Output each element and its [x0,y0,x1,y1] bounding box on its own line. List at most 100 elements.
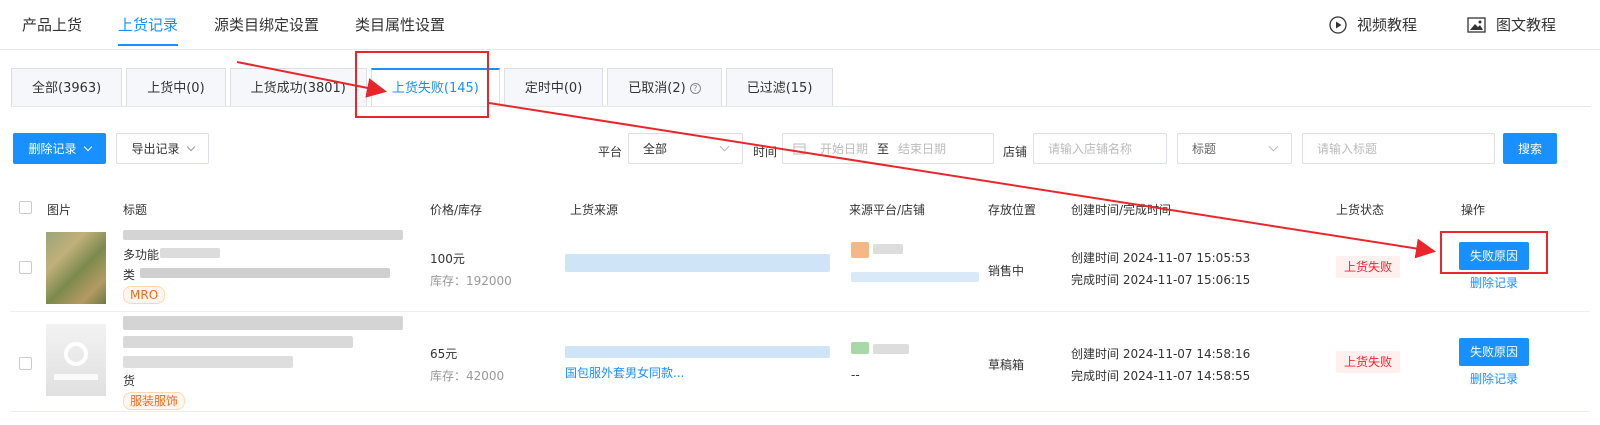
table-row: 货 服装服饰 65元 库存：42000 国包服外套男女同款... -- 草稿箱 … [10,312,1590,412]
search-button-label: 搜索 [1517,142,1542,156]
product-thumbnail[interactable] [46,232,106,304]
tab-cancelled[interactable]: 已取消(2)? [607,68,722,107]
video-tutorial-label: 视频教程 [1357,16,1418,34]
category-tag: 服装服饰 [123,392,186,410]
col-time: 创建时间/完成时间 [1071,203,1172,217]
blurred-title [123,230,403,240]
nav-source-category-binding[interactable]: 源类目绑定设置 [214,0,319,50]
title-select-value: 标题 [1192,142,1217,156]
tab-filtered-label: 已过滤(15) [746,80,813,96]
video-tutorial-link[interactable]: 视频教程 [1329,0,1417,50]
delete-records-dropdown[interactable]: 删除记录 [13,133,106,164]
row-title-line: 多功能 [123,248,160,262]
title-field-select[interactable]: 标题 [1177,133,1292,164]
delete-record-link[interactable]: 删除记录 [1470,370,1518,387]
blurred-shop-link[interactable] [851,272,979,282]
col-location: 存放位置 [988,203,1037,217]
fail-reason-button[interactable]: 失败原因 [1459,338,1529,366]
blurred-source-link[interactable] [565,254,830,272]
blurred-source-link[interactable] [565,346,830,358]
status-badge: 上货失败 [1336,351,1401,373]
row-shop: -- [851,368,860,382]
date-separator: 至 [877,142,890,156]
image-tutorial-label: 图文教程 [1496,16,1557,34]
blurred-title [123,356,293,368]
row-created-time: 创建时间 2024-11-07 14:58:16 [1071,347,1251,361]
annotation-highlight-button [1440,231,1548,274]
category-tag: MRO [123,286,166,304]
tab-success[interactable]: 上货成功(3801) [229,68,367,107]
calendar-icon [793,143,806,155]
blurred-shop [873,344,909,354]
col-source: 上货来源 [570,203,619,217]
row-created-time: 创建时间 2024-11-07 15:05:53 [1071,251,1251,265]
tab-uploading[interactable]: 上货中(0) [126,68,226,107]
blurred-title [160,248,220,258]
shop-name-input[interactable]: 请输入店铺名称 [1033,133,1167,164]
top-bar: 产品上货 上货记录 源类目绑定设置 类目属性设置 视频教程 图文教程 [0,0,1600,50]
top-nav: 产品上货 上货记录 源类目绑定设置 类目属性设置 [22,0,481,50]
table-header: 图片 标题 价格/库存 上货来源 来源平台/店铺 存放位置 创建时间/完成时间 … [10,190,1590,226]
nav-product-upload[interactable]: 产品上货 [22,0,82,50]
title-input[interactable]: 请输入标题 [1302,133,1495,164]
start-date-input[interactable]: 开始日期 [820,140,868,157]
shop-name-placeholder: 请输入店铺名称 [1048,142,1133,156]
delete-record-link[interactable]: 删除记录 [1470,274,1518,291]
select-all-checkbox[interactable] [19,201,32,214]
row-finished-time: 完成时间 2024-11-07 15:06:15 [1071,273,1251,287]
question-icon[interactable]: ? [689,82,701,94]
export-records-label: 导出记录 [131,142,180,156]
chevron-down-icon [719,141,730,152]
image-tutorial-link[interactable]: 图文教程 [1467,0,1556,50]
col-image: 图片 [47,203,72,217]
blurred-title [123,316,403,330]
date-range-picker[interactable]: 开始日期 至 结束日期 [782,133,994,164]
annotation-highlight-tab [355,51,489,118]
chevron-down-icon [186,142,195,151]
shop-label: 店铺 [1003,145,1028,159]
row-checkbox[interactable] [19,261,32,274]
tab-uploading-label: 上货中(0) [147,80,205,96]
row-title-line: 类 [123,268,136,282]
row-finished-time: 完成时间 2024-11-07 14:58:55 [1071,369,1251,383]
image-icon [1467,17,1486,33]
platform-select[interactable]: 全部 [628,133,743,164]
tab-scheduled[interactable]: 定时中(0) [503,68,604,107]
blurred-title [140,268,390,278]
tab-success-label: 上货成功(3801) [250,80,346,96]
col-title: 标题 [123,203,148,217]
chevron-down-icon [1268,141,1279,152]
tab-all-label: 全部(3963) [32,80,102,96]
nav-category-attribute[interactable]: 类目属性设置 [355,0,445,50]
table-row: 多功能 类 MRO 100元 库存：192000 销售中 创建时间 2024-1… [10,226,1590,312]
blurred-platform-logo [851,342,869,354]
export-records-dropdown[interactable]: 导出记录 [116,133,209,164]
search-button[interactable]: 搜索 [1503,133,1557,164]
row-price: 100元 [430,252,465,266]
nav-upload-records[interactable]: 上货记录 [118,0,179,50]
row-location: 草稿箱 [988,358,1025,372]
tab-divider [11,106,1591,107]
row-title-line: 货 [123,374,136,388]
tab-cancelled-label: 已取消(2) [628,80,686,96]
play-circle-icon [1329,16,1347,34]
row-stock: 库存：42000 [430,369,505,383]
chevron-down-icon [83,142,92,151]
row-location: 销售中 [988,264,1025,278]
blurred-shop [873,244,903,254]
row-price: 65元 [430,347,458,361]
row-source-link[interactable]: 国包服外套男女同款... [565,364,684,381]
time-label: 时间 [753,145,778,159]
platform-value: 全部 [643,142,668,156]
status-badge: 上货失败 [1336,256,1401,278]
product-thumbnail[interactable] [46,324,106,396]
end-date-input[interactable]: 结束日期 [898,140,946,157]
col-status: 上货状态 [1336,203,1385,217]
title-placeholder: 请输入标题 [1317,142,1378,156]
row-checkbox[interactable] [19,357,32,370]
blurred-title [123,336,353,348]
row-stock: 库存：192000 [430,274,512,288]
tab-filtered[interactable]: 已过滤(15) [725,68,834,107]
col-actions: 操作 [1461,203,1486,217]
tab-all[interactable]: 全部(3963) [11,68,123,107]
